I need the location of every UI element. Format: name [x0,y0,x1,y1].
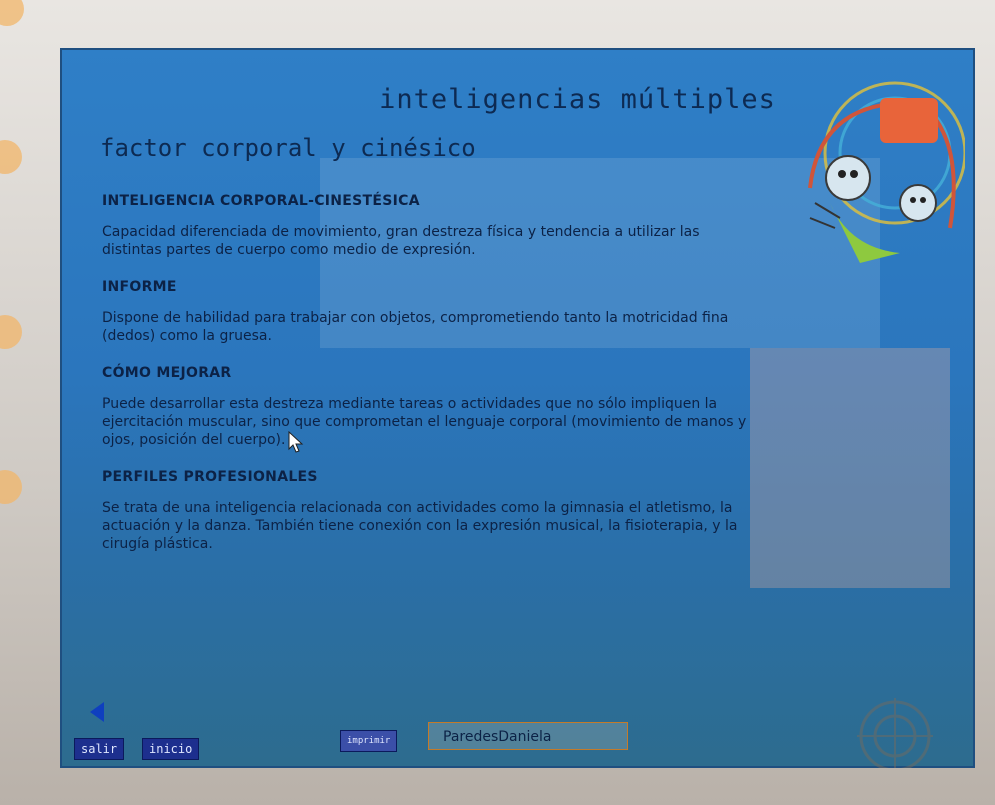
section-como-mejorar: CÓMO MEJORAR Puede desarrollar esta dest… [102,365,752,449]
student-name-field[interactable]: ParedesDaniela [428,722,628,750]
section-heading: INTELIGENCIA CORPORAL-CINESTÉSICA [102,193,420,209]
salir-button[interactable]: salir [74,738,125,760]
mouse-cursor-icon [288,431,304,453]
target-icon[interactable] [855,696,935,768]
screen-reflection [750,348,950,588]
imprimir-button[interactable]: imprimir [340,730,398,752]
footer-bar: salir inicio imprimir ParedesDaniela [60,688,975,768]
section-heading: INFORME [102,279,177,295]
section-body: Capacidad diferenciada de movimiento, gr… [102,224,700,258]
section-perfiles: PERFILES PROFESIONALES Se trata de una i… [102,469,752,553]
section-body: Dispone de habilidad para trabajar con o… [102,310,729,344]
kids-logo [808,81,965,263]
section-body: Se trata de una inteligencia relacionada… [102,500,738,552]
inicio-button[interactable]: inicio [142,738,200,760]
main-content: INTELIGENCIA CORPORAL-CINESTÉSICA Capaci… [102,193,752,573]
page-subtitle: factor corporal y cinésico [100,134,476,162]
section-heading: CÓMO MEJORAR [102,365,232,381]
app-window: inteligencias múltiples factor corporal … [60,48,975,768]
section-body: Puede desarrollar esta destreza mediante… [102,396,747,448]
section-informe: INFORME Dispone de habilidad para trabaj… [102,279,752,345]
section-corporal: INTELIGENCIA CORPORAL-CINESTÉSICA Capaci… [102,193,752,259]
section-heading: PERFILES PROFESIONALES [102,469,318,485]
back-arrow-icon[interactable] [90,702,104,722]
